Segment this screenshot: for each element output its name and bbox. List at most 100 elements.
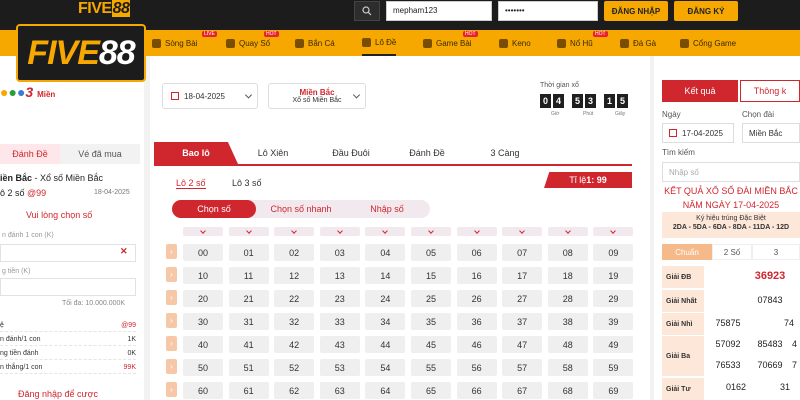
number-cell[interactable]: 54 <box>365 359 406 376</box>
header-logo[interactable]: FIVE88 <box>78 0 131 18</box>
number-cell[interactable]: 10 <box>183 267 223 284</box>
brand-logo[interactable]: FIVE 88 <box>16 24 146 82</box>
result-tab-3-so[interactable]: 3 <box>752 244 800 260</box>
login-button[interactable]: ĐĂNG NHẬP <box>604 1 668 21</box>
number-cell[interactable]: 21 <box>228 290 269 307</box>
tab-danh-de[interactable]: Đánh Đề <box>390 142 464 164</box>
tab-ket-qua[interactable]: Kết quả <box>662 80 738 102</box>
number-cell[interactable]: 30 <box>183 313 223 330</box>
tab-lo-xien[interactable]: Lô Xiên <box>238 142 308 164</box>
column-select-arrow[interactable] <box>228 227 269 236</box>
station-select[interactable]: Miền Bắc <box>742 123 800 143</box>
result-tab-chuan[interactable]: Chuẩn <box>662 244 712 260</box>
column-select-arrow[interactable] <box>274 227 315 236</box>
row-select-arrow[interactable]: › <box>166 313 177 328</box>
search-button[interactable] <box>354 1 380 21</box>
number-cell[interactable]: 17 <box>502 267 543 284</box>
pill-chon-so[interactable]: Chọn số <box>172 200 256 218</box>
number-cell[interactable]: 49 <box>593 336 634 353</box>
clear-icon[interactable]: ✕ <box>120 246 128 257</box>
column-select-arrow[interactable] <box>502 227 543 236</box>
row-select-arrow[interactable]: › <box>166 290 177 305</box>
number-cell[interactable]: 63 <box>319 382 360 399</box>
tab-dau-duoi[interactable]: Đầu Đuôi <box>314 142 388 164</box>
number-cell[interactable]: 68 <box>547 382 588 399</box>
number-cell[interactable]: 38 <box>547 313 588 330</box>
number-cell[interactable]: 40 <box>183 336 223 353</box>
number-cell[interactable]: 56 <box>456 359 497 376</box>
nav-item-game-bai[interactable]: Game Bài HOT <box>423 30 478 56</box>
number-cell[interactable]: 41 <box>228 336 269 353</box>
pill-chon-so-nhanh[interactable]: Chọn số nhanh <box>256 200 346 218</box>
number-cell[interactable]: 26 <box>456 290 497 307</box>
number-cell[interactable]: 44 <box>365 336 406 353</box>
number-cell[interactable]: 61 <box>228 382 269 399</box>
column-select-arrow[interactable] <box>319 227 360 236</box>
number-cell[interactable]: 13 <box>319 267 360 284</box>
region-select[interactable]: Miền Bắc Xổ số Miền Bắc <box>268 83 366 109</box>
number-cell[interactable]: 08 <box>547 244 588 261</box>
number-cell[interactable]: 66 <box>456 382 497 399</box>
nav-item-keno[interactable]: Keno <box>499 30 531 56</box>
result-tab-2-so[interactable]: 2 Số <box>712 244 752 260</box>
subtab-lo-3-so[interactable]: Lô 3 số <box>232 178 262 188</box>
tab-bao-lo[interactable]: Bao lô <box>154 142 238 164</box>
number-cell[interactable]: 48 <box>547 336 588 353</box>
number-cell[interactable]: 33 <box>319 313 360 330</box>
number-cell[interactable]: 31 <box>228 313 269 330</box>
number-cell[interactable]: 00 <box>183 244 223 261</box>
number-cell[interactable]: 65 <box>411 382 451 399</box>
nav-item-cong-game[interactable]: Cổng Game <box>680 30 736 56</box>
number-cell[interactable]: 03 <box>319 244 360 261</box>
number-cell[interactable]: 50 <box>183 359 223 376</box>
number-cell[interactable]: 20 <box>183 290 223 307</box>
number-cell[interactable]: 11 <box>228 267 269 284</box>
stake-input[interactable] <box>0 244 136 262</box>
nav-item-song-bai[interactable]: Sòng Bài LIVE <box>152 30 217 56</box>
number-cell[interactable]: 59 <box>593 359 634 376</box>
result-date-input[interactable]: 17-04-2025 <box>662 123 734 143</box>
number-cell[interactable]: 67 <box>502 382 543 399</box>
column-select-arrow[interactable] <box>365 227 406 236</box>
number-cell[interactable]: 45 <box>411 336 451 353</box>
date-select[interactable]: 18-04-2025 <box>162 83 258 109</box>
number-cell[interactable]: 06 <box>456 244 497 261</box>
number-cell[interactable]: 07 <box>502 244 543 261</box>
number-cell[interactable]: 53 <box>319 359 360 376</box>
number-cell[interactable]: 02 <box>274 244 315 261</box>
number-cell[interactable]: 15 <box>411 267 451 284</box>
number-cell[interactable]: 36 <box>456 313 497 330</box>
number-cell[interactable]: 27 <box>502 290 543 307</box>
number-cell[interactable]: 18 <box>547 267 588 284</box>
nav-item-quay-so[interactable]: Quay Số HOT <box>226 30 279 56</box>
number-cell[interactable]: 43 <box>319 336 360 353</box>
nav-item-da-ga[interactable]: Đá Gà <box>620 30 656 56</box>
number-cell[interactable]: 42 <box>274 336 315 353</box>
nav-item-lo-de[interactable]: Lô Đề <box>362 30 397 56</box>
number-cell[interactable]: 62 <box>274 382 315 399</box>
row-select-arrow[interactable]: › <box>166 382 177 397</box>
column-select-arrow[interactable] <box>411 227 451 236</box>
amount-input[interactable] <box>0 278 136 296</box>
number-cell[interactable]: 57 <box>502 359 543 376</box>
number-cell[interactable]: 22 <box>274 290 315 307</box>
row-select-arrow[interactable]: › <box>166 267 177 282</box>
column-select-arrow[interactable] <box>547 227 588 236</box>
number-cell[interactable]: 04 <box>365 244 406 261</box>
number-cell[interactable]: 47 <box>502 336 543 353</box>
column-select-arrow[interactable] <box>456 227 497 236</box>
number-cell[interactable]: 19 <box>593 267 634 284</box>
number-cell[interactable]: 09 <box>593 244 634 261</box>
number-cell[interactable]: 37 <box>502 313 543 330</box>
number-cell[interactable]: 35 <box>411 313 451 330</box>
column-select-arrow[interactable] <box>593 227 634 236</box>
row-select-arrow[interactable]: › <box>166 336 177 351</box>
password-input[interactable]: ••••••• <box>498 1 598 21</box>
number-cell[interactable]: 05 <box>411 244 451 261</box>
number-cell[interactable]: 28 <box>547 290 588 307</box>
number-cell[interactable]: 01 <box>228 244 269 261</box>
number-cell[interactable]: 46 <box>456 336 497 353</box>
number-cell[interactable]: 12 <box>274 267 315 284</box>
tab-3-cang[interactable]: 3 Càng <box>468 142 542 164</box>
number-cell[interactable]: 39 <box>593 313 634 330</box>
